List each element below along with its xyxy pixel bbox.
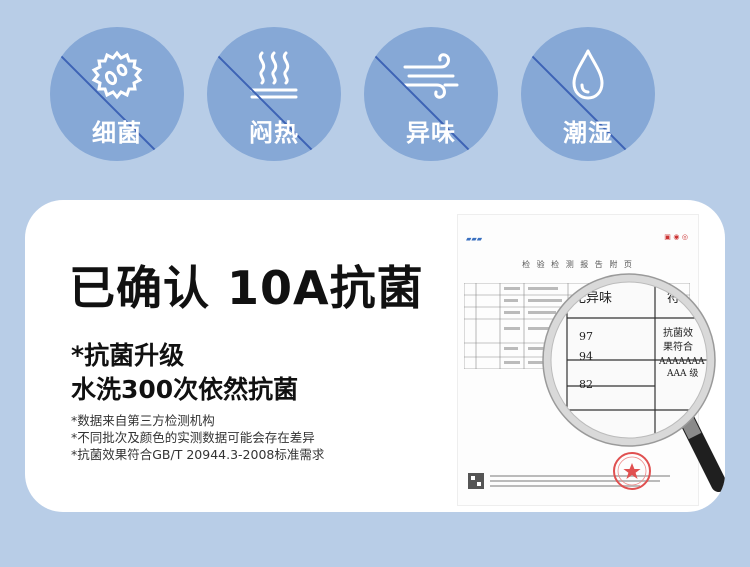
badge-heat: 闷热	[207, 27, 341, 161]
footnote: *抗菌效果符合GB/T 20944.3-2008标准需求	[71, 447, 325, 462]
badge-label: 闷热	[249, 119, 299, 147]
info-card: 已确认 10A抗菌 *抗菌升级 水洗300次依然抗菌 *数据来自第三方检测机构 …	[25, 200, 725, 512]
magnifier-zoom: 无异味 符合 97 94 82 抗菌效 果符合 AAAAAAA AAA 级	[542, 273, 725, 492]
zoom-value: 94	[579, 350, 593, 363]
zoom-verdict: 果符合	[663, 340, 693, 353]
zoom-value: 97	[579, 330, 593, 343]
badge-label: 异味	[406, 119, 456, 147]
badge-label: 潮湿	[563, 119, 613, 147]
accreditation-logos: ▣ ◉ ◎	[664, 233, 688, 241]
zoom-value: 82	[579, 378, 593, 391]
zoom-verdict: AAA 级	[666, 367, 698, 379]
footnote: *不同批次及颜色的实测数据可能会存在差异	[71, 430, 315, 445]
zoom-verdict: AAAAAAA	[658, 357, 705, 367]
footnotes: *数据来自第三方检测机构 *不同批次及颜色的实测数据可能会存在差异 *抗菌效果符…	[71, 412, 324, 463]
feature-icon-row: 细菌 闷热 异味 潮湿	[0, 0, 750, 190]
lab-logo: ▰▰▰	[466, 235, 483, 243]
badge-label: 细菌	[92, 119, 142, 147]
zoom-verdict: 抗菌效	[663, 326, 693, 339]
subheading-wash: 水洗300次依然抗菌	[71, 375, 299, 404]
subheading-upgrade: *抗菌升级	[71, 341, 185, 370]
headline: 已确认 10A抗菌	[69, 261, 424, 315]
badge-bacteria: 细菌	[50, 27, 184, 161]
badge-odor: 异味	[364, 27, 498, 161]
footnote: *数据来自第三方检测机构	[71, 413, 215, 428]
badge-humidity: 潮湿	[521, 27, 655, 161]
